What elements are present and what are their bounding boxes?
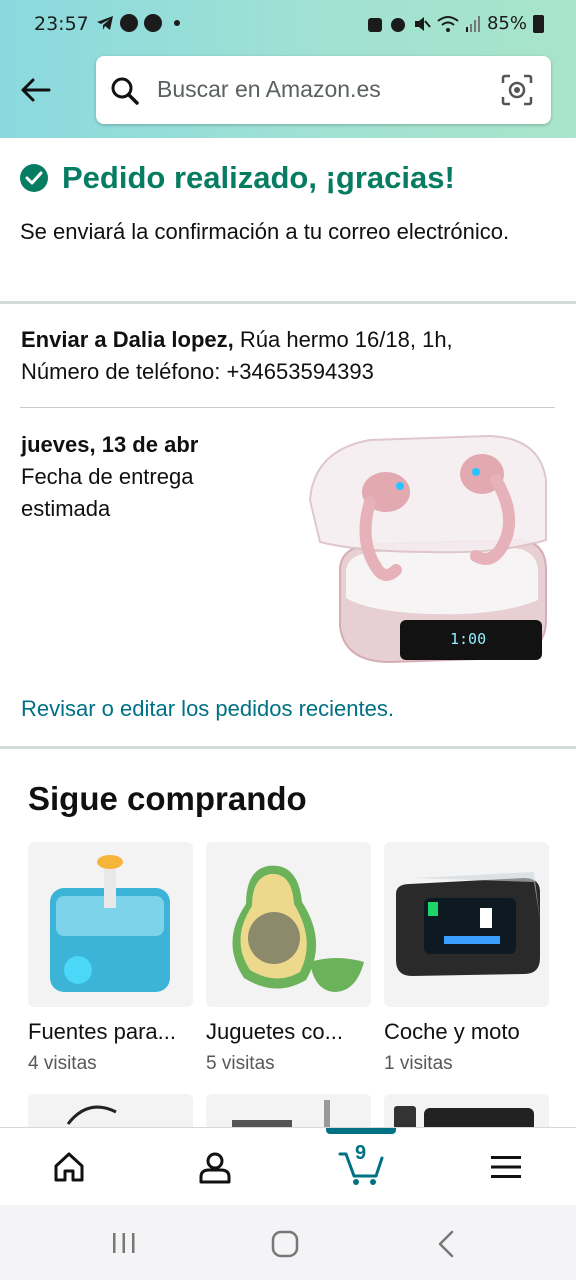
keep-shopping-card[interactable]: Fuentes para... 4 visitas bbox=[28, 842, 193, 1075]
cart-count-badge: 9 bbox=[355, 1142, 367, 1164]
review-orders-link[interactable]: Revisar o editar los pedidos recientes. bbox=[21, 696, 394, 722]
card-image-fountain bbox=[28, 842, 193, 1007]
section-divider bbox=[0, 746, 576, 749]
status-bar: 23:57 85% bbox=[0, 0, 576, 52]
delivery-info: jueves, 13 de abr Fecha de entrega estim… bbox=[21, 429, 281, 525]
battery-percent: 85% bbox=[486, 13, 527, 34]
telegram-icon bbox=[97, 16, 113, 30]
delivery-label: Fecha de entrega estimada bbox=[21, 464, 194, 521]
signal-icon bbox=[465, 15, 480, 32]
card-title: Juguetes co... bbox=[206, 1019, 343, 1044]
product-display-text: 1:00 bbox=[450, 630, 486, 648]
keep-shopping-card[interactable]: Coche y moto 1 visitas bbox=[384, 842, 549, 1075]
alarm-icon bbox=[390, 17, 405, 32]
camera-search-icon[interactable] bbox=[501, 74, 533, 106]
account-icon bbox=[199, 1152, 231, 1184]
confirmation-subtitle: Se enviará la confirmación a tu correo e… bbox=[20, 219, 510, 244]
ordered-product-image[interactable]: 1:00 bbox=[300, 430, 556, 670]
phone-number: Número de teléfono: +34653594393 bbox=[21, 359, 374, 384]
card-visits: 4 visitas bbox=[28, 1053, 97, 1074]
check-circle-icon bbox=[20, 164, 48, 192]
recipient-label: Enviar a Dalia lopez, bbox=[21, 327, 234, 352]
nav-account[interactable] bbox=[175, 1128, 255, 1206]
sync-icon bbox=[367, 17, 382, 32]
home-button-icon[interactable] bbox=[271, 1230, 299, 1258]
divider bbox=[20, 407, 555, 408]
card-image-cat-toy bbox=[206, 842, 371, 1007]
shipping-info: Enviar a Dalia lopez, Rúa hermo 16/18, 1… bbox=[21, 324, 541, 388]
card-image-moto-dashboard bbox=[384, 842, 549, 1007]
back-button[interactable] bbox=[18, 72, 54, 108]
card-title: Coche y moto bbox=[384, 1019, 520, 1044]
search-bar[interactable]: Buscar en Amazon.es bbox=[96, 56, 551, 124]
keep-shopping-title: Sigue comprando bbox=[28, 780, 307, 817]
recent-apps-icon[interactable] bbox=[111, 1231, 137, 1255]
card-title: Fuentes para... bbox=[28, 1019, 176, 1044]
menu-icon bbox=[491, 1156, 521, 1178]
bottom-navigation bbox=[0, 1127, 576, 1205]
facebook-icon bbox=[120, 14, 138, 32]
confirmation-title: Pedido realizado, ¡gracias! bbox=[62, 160, 455, 195]
nav-cart[interactable] bbox=[321, 1128, 401, 1206]
card-visits: 1 visitas bbox=[384, 1053, 453, 1074]
shipping-address: Rúa hermo 16/18, 1h, bbox=[233, 327, 453, 352]
status-time: 23:57 bbox=[34, 13, 89, 35]
mute-icon bbox=[414, 16, 431, 31]
app-header: 23:57 85% Buscar en Amazon.es bbox=[0, 0, 576, 138]
system-navigation-bar bbox=[0, 1205, 576, 1280]
back-nav-icon[interactable] bbox=[437, 1230, 455, 1258]
nav-menu[interactable] bbox=[466, 1128, 546, 1206]
wifi-icon bbox=[437, 15, 459, 32]
notification-icons bbox=[96, 14, 180, 32]
keep-shopping-card[interactable]: Juguetes co... 5 visitas bbox=[206, 842, 371, 1075]
card-visits: 5 visitas bbox=[206, 1053, 275, 1074]
search-icon bbox=[111, 77, 139, 105]
delivery-date: jueves, 13 de abr bbox=[21, 432, 199, 457]
arrow-left-icon bbox=[21, 78, 51, 102]
section-divider bbox=[0, 301, 576, 304]
battery-icon bbox=[533, 14, 544, 33]
nav-home[interactable] bbox=[29, 1128, 109, 1206]
order-confirmation: Pedido realizado, ¡gracias! Se enviará l… bbox=[20, 160, 556, 248]
search-input[interactable]: Buscar en Amazon.es bbox=[157, 76, 381, 103]
system-icons: 85% bbox=[367, 13, 544, 34]
facebook-icon-2 bbox=[144, 14, 162, 32]
home-icon bbox=[54, 1152, 84, 1182]
more-notifications-dot bbox=[174, 20, 180, 26]
